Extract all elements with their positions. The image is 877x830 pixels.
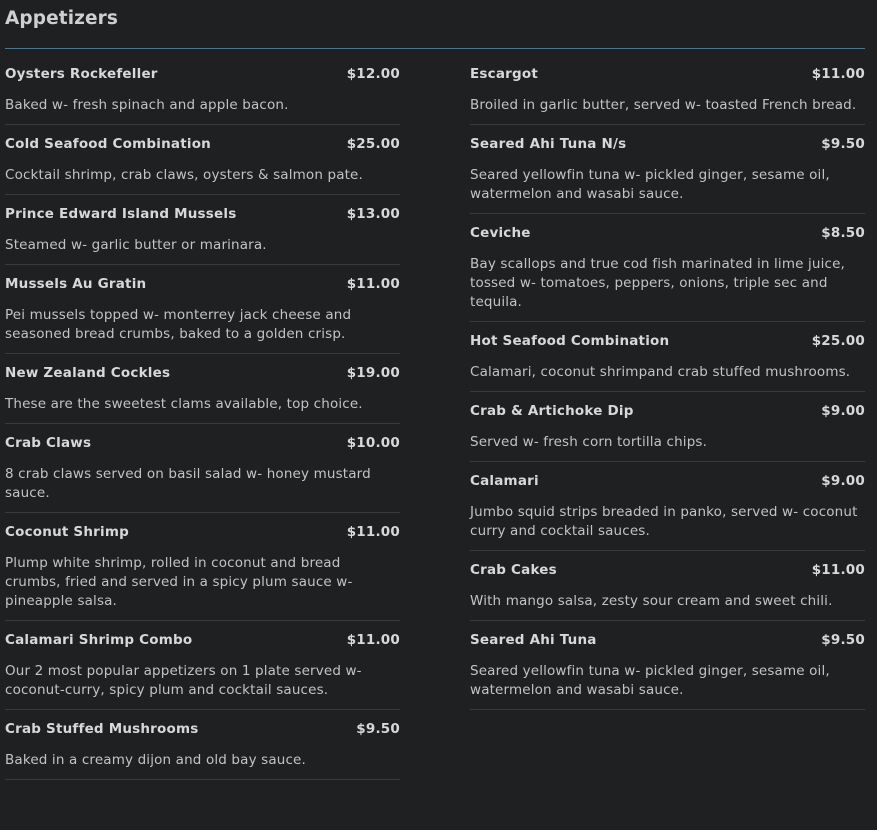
item-price: $9.00	[821, 403, 865, 419]
item-description: Jumbo squid strips breaded in panko, ser…	[470, 504, 858, 539]
item-name: Escargot	[470, 66, 539, 82]
item-name: Hot Seafood Combination	[470, 333, 670, 349]
menu-item: Ceviche $8.50 Bay scallops and true cod f…	[470, 225, 865, 322]
item-price: $11.00	[346, 632, 400, 648]
item-price: $25.00	[811, 333, 865, 349]
menu-column-left: Oysters Rockefeller $12.00 Baked w- fresh…	[5, 66, 400, 791]
item-description: Cocktail shrimp, crab claws, oysters & s…	[5, 167, 363, 183]
menu-item: Cold Seafood Combination $25.00 Cocktail …	[5, 136, 400, 195]
menu-item: New Zealand Cockles $19.00 These are the …	[5, 365, 400, 424]
item-price: $11.00	[346, 524, 400, 540]
item-description: 8 crab claws served on basil salad w- ho…	[5, 466, 371, 501]
item-description: With mango salsa, zesty sour cream and s…	[470, 593, 833, 609]
item-price: $11.00	[346, 276, 400, 292]
item-name: Calamari Shrimp Combo	[5, 632, 193, 648]
title-divider	[5, 48, 865, 49]
item-price: $8.50	[821, 225, 865, 241]
menu-item: Crab Claws $10.00 8 crab claws served on …	[5, 435, 400, 513]
item-name: New Zealand Cockles	[5, 365, 171, 381]
item-price: $9.50	[821, 136, 865, 152]
item-name: Crab Claws	[5, 435, 92, 451]
item-description: Seared yellowfin tuna w- pickled ginger,…	[470, 663, 830, 698]
item-price: $19.00	[346, 365, 400, 381]
item-description: Our 2 most popular appetizers on 1 plate…	[5, 663, 362, 698]
menu-item: Hot Seafood Combination $25.00 Calamari, …	[470, 333, 865, 392]
menu-item: Crab Cakes $11.00 With mango salsa, zesty…	[470, 562, 865, 621]
item-description: Bay scallops and true cod fish marinated…	[470, 256, 845, 310]
menu-item: Calamari Shrimp Combo $11.00 Our 2 most p…	[5, 632, 400, 710]
item-price: $25.00	[346, 136, 400, 152]
item-description: Seared yellowfin tuna w- pickled ginger,…	[470, 167, 830, 202]
item-price: $9.00	[821, 473, 865, 489]
item-price: $11.00	[811, 66, 865, 82]
menu-item: Calamari $9.00 Jumbo squid strips breaded…	[470, 473, 865, 551]
item-price: $9.50	[821, 632, 865, 648]
item-name: Ceviche	[470, 225, 531, 241]
item-description: Pei mussels topped w- monterrey jack che…	[5, 307, 352, 342]
item-name: Oysters Rockefeller	[5, 66, 158, 82]
item-description: Steamed w- garlic butter or marinara.	[5, 237, 267, 253]
item-description: Baked in a creamy dijon and old bay sauc…	[5, 752, 306, 768]
menu-page: Appetizers Oysters Rockefeller $12.00 Bak…	[0, 0, 877, 830]
menu-item: Coconut Shrimp $11.00 Plump white shrimp,…	[5, 524, 400, 621]
item-name: Seared Ahi Tuna N/s	[470, 136, 627, 152]
item-name: Crab Stuffed Mushrooms	[5, 721, 199, 737]
item-name: Crab Cakes	[470, 562, 557, 578]
menu-item: Crab & Artichoke Dip $9.00 Served w- fres…	[470, 403, 865, 462]
section-title: Appetizers	[5, 8, 118, 29]
menu-item: Prince Edward Island Mussels $13.00 Steam…	[5, 206, 400, 265]
item-name: Prince Edward Island Mussels	[5, 206, 237, 222]
item-name: Seared Ahi Tuna	[470, 632, 597, 648]
item-description: These are the sweetest clams available, …	[5, 396, 363, 412]
menu-item: Crab Stuffed Mushrooms $9.50 Baked in a c…	[5, 721, 400, 780]
menu-item: Mussels Au Gratin $11.00 Pei mussels topp…	[5, 276, 400, 354]
item-description: Served w- fresh corn tortilla chips.	[470, 434, 708, 450]
menu-item: Escargot $11.00 Broiled in garlic butter,…	[470, 66, 865, 125]
item-description: Plump white shrimp, rolled in coconut an…	[5, 555, 353, 609]
menu-item: Oysters Rockefeller $12.00 Baked w- fresh…	[5, 66, 400, 125]
item-description: Calamari, coconut shrimpand crab stuffed…	[470, 364, 851, 380]
item-price: $12.00	[346, 66, 400, 82]
item-price: $11.00	[811, 562, 865, 578]
menu-item: Seared Ahi Tuna N/s $9.50 Seared yellowfi…	[470, 136, 865, 214]
item-name: Crab & Artichoke Dip	[470, 403, 634, 419]
item-description: Baked w- fresh spinach and apple bacon.	[5, 97, 289, 113]
item-name: Coconut Shrimp	[5, 524, 129, 540]
item-price: $13.00	[346, 206, 400, 222]
item-description: Broiled in garlic butter, served w- toas…	[470, 97, 857, 113]
menu-column-right: Escargot $11.00 Broiled in garlic butter,…	[470, 66, 865, 721]
item-name: Mussels Au Gratin	[5, 276, 147, 292]
menu-item: Seared Ahi Tuna $9.50 Seared yellowfin tu…	[470, 632, 865, 710]
item-name: Cold Seafood Combination	[5, 136, 211, 152]
item-price: $9.50	[356, 721, 400, 737]
item-price: $10.00	[346, 435, 400, 451]
item-name: Calamari	[470, 473, 539, 489]
